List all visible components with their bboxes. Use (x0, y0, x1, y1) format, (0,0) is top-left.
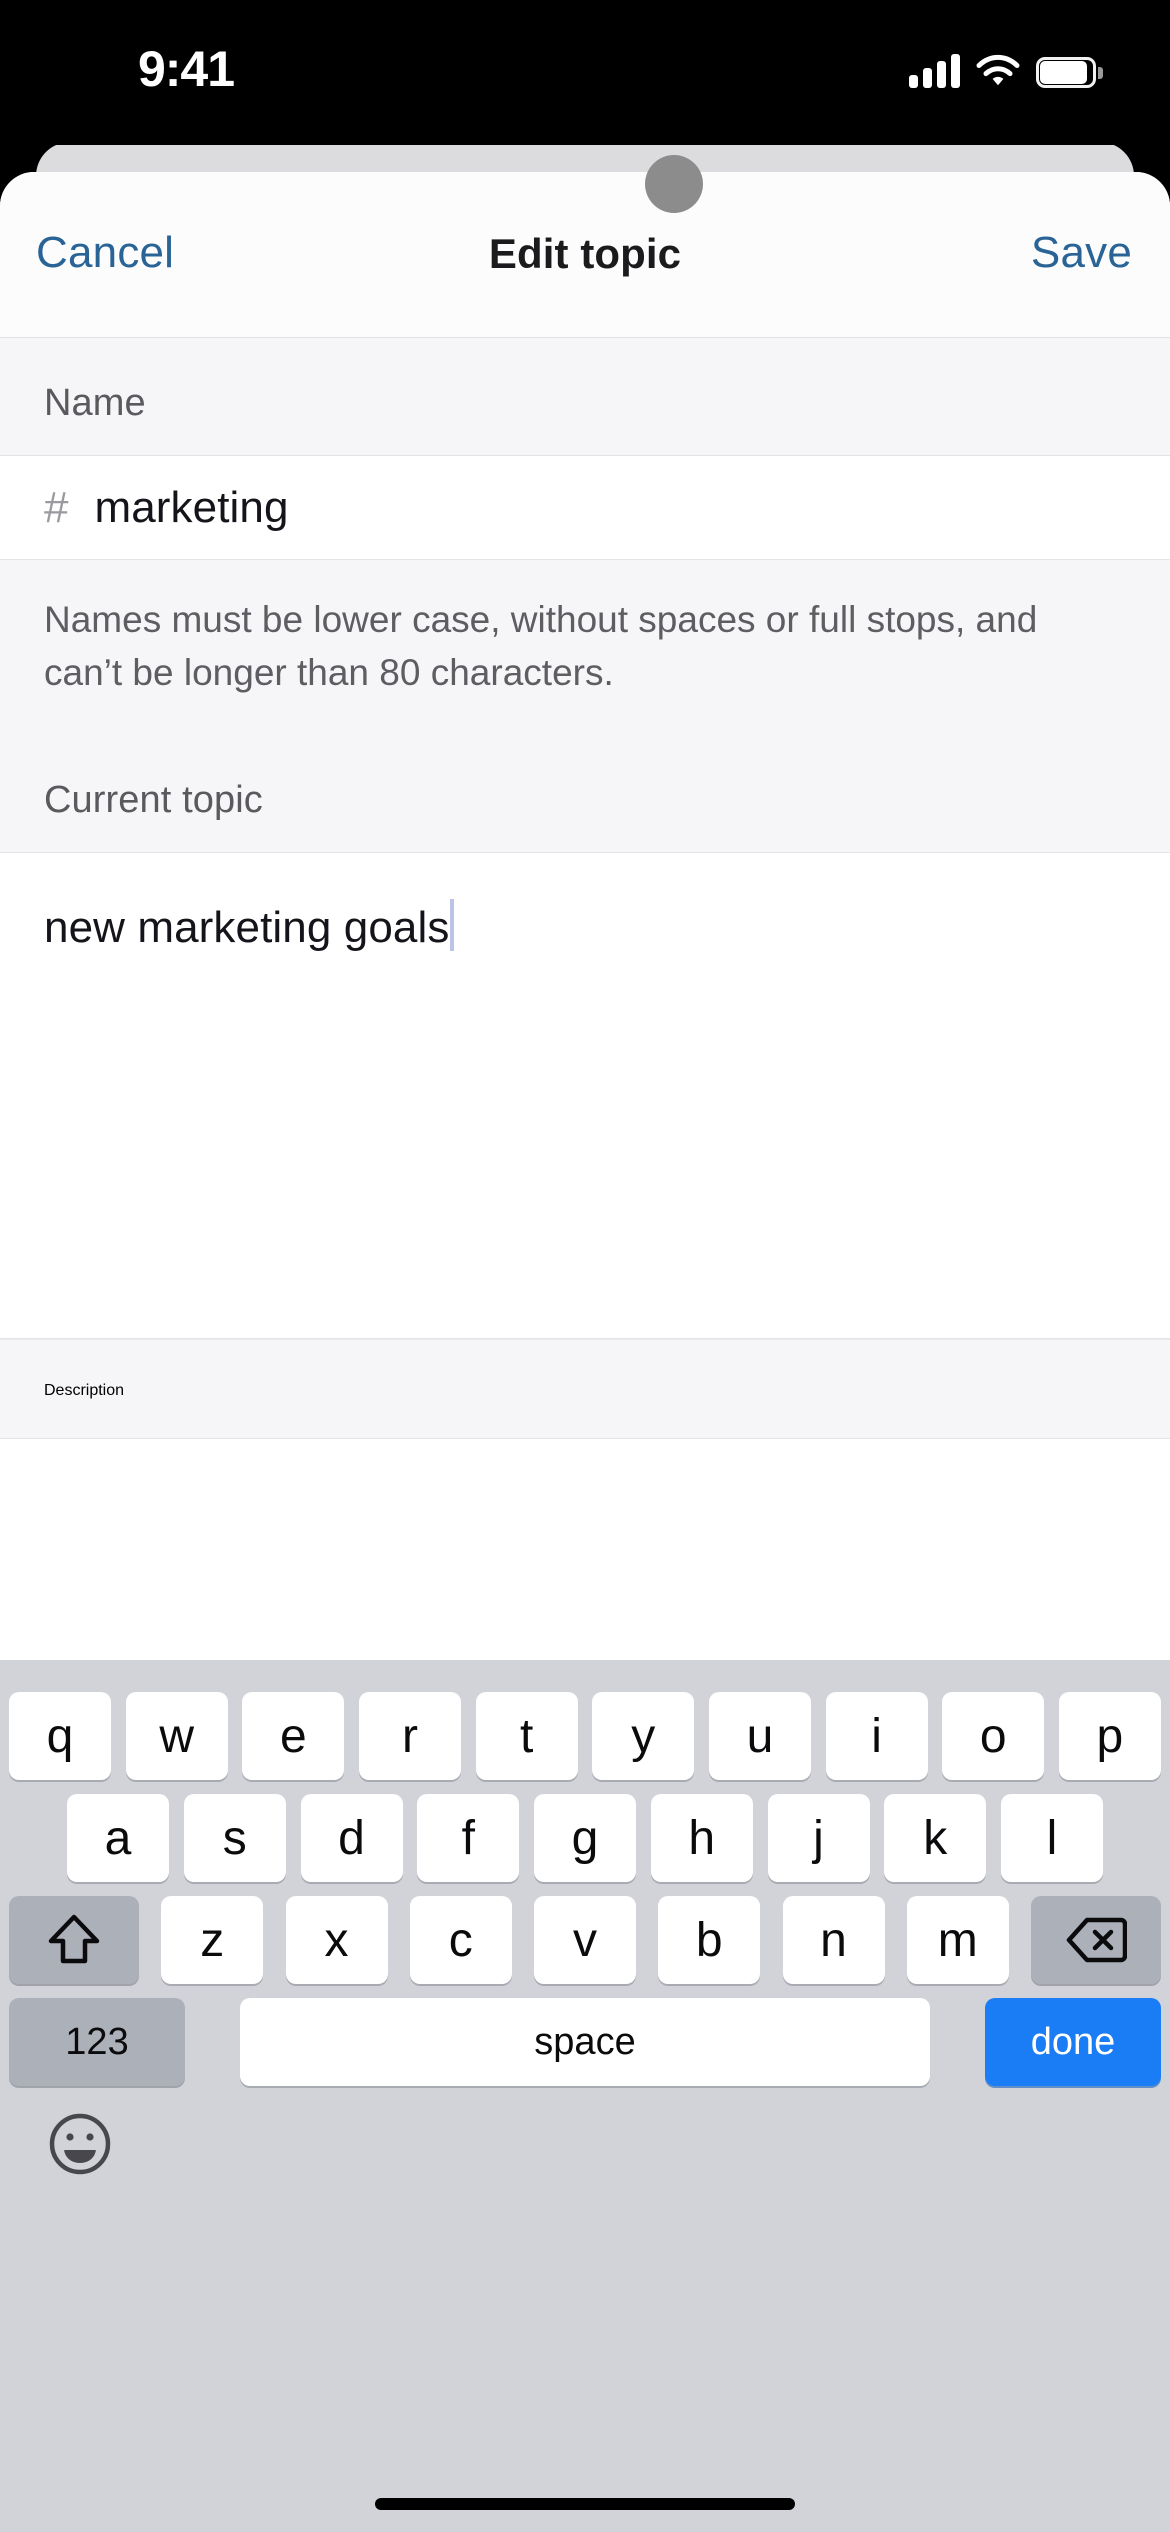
name-helper-text: Names must be lower case, without spaces… (44, 599, 1038, 693)
key-f[interactable]: f (417, 1794, 520, 1882)
key-y[interactable]: y (592, 1692, 695, 1780)
numeric-mode-key[interactable]: 123 (9, 1998, 185, 2086)
backspace-delete-icon[interactable] (1031, 1896, 1161, 1984)
description-section-header: Description (0, 1339, 1170, 1440)
status-bar-indicators (909, 46, 1103, 88)
key-l[interactable]: l (1001, 1794, 1103, 1882)
key-r[interactable]: r (358, 1692, 461, 1780)
key-m[interactable]: m (906, 1896, 1009, 1984)
cellular-bars-icon (909, 54, 960, 88)
battery-icon (1036, 57, 1103, 88)
key-z[interactable]: z (161, 1896, 264, 1984)
key-h[interactable]: h (650, 1794, 753, 1882)
hash-icon: # (44, 482, 69, 532)
form-body: Name # marketing Names must be lower cas… (0, 338, 1170, 1474)
key-x[interactable]: x (285, 1896, 388, 1984)
keyboard-row-2: a s d f g h j k l (0, 1786, 1170, 1890)
page-title: Edit topic (488, 230, 682, 277)
key-p[interactable]: p (1058, 1692, 1161, 1780)
emoji-smiley-icon[interactable] (48, 2112, 112, 2176)
key-w[interactable]: w (125, 1692, 228, 1780)
status-bar: 9:41 (0, 0, 1170, 145)
key-v[interactable]: v (534, 1896, 636, 1984)
key-c[interactable]: c (409, 1896, 512, 1984)
key-i[interactable]: i (825, 1692, 928, 1780)
keyboard-row-3: z x c v b n m (0, 1888, 1170, 1992)
name-section-header: Name (0, 338, 1170, 456)
done-key[interactable]: done (985, 1998, 1161, 2086)
topic-section-label: Current topic (44, 779, 263, 822)
iphone-screen: 9:41 Cancel Edit topic Save Name # marke… (0, 0, 1170, 2532)
topic-input-value[interactable]: new marketing goals (44, 903, 449, 953)
on-screen-keyboard: q w e r t y u i o p a s d f g h j k l z … (0, 1660, 1170, 2532)
touch-cursor-indicator (645, 155, 703, 213)
key-q[interactable]: q (9, 1692, 111, 1780)
key-j[interactable]: j (767, 1794, 870, 1882)
key-a[interactable]: a (67, 1794, 169, 1882)
text-caret (450, 899, 455, 952)
key-o[interactable]: o (942, 1692, 1045, 1780)
name-helper-block: Names must be lower case, without spaces… (0, 560, 1170, 736)
key-u[interactable]: u (708, 1692, 811, 1780)
key-b[interactable]: b (658, 1896, 761, 1984)
wifi-icon (976, 54, 1020, 88)
key-t[interactable]: t (475, 1692, 578, 1780)
key-d[interactable]: d (300, 1794, 403, 1882)
key-n[interactable]: n (782, 1896, 885, 1984)
space-key[interactable]: space (240, 1998, 930, 2086)
name-section-label: Name (44, 382, 146, 424)
key-g[interactable]: g (534, 1794, 636, 1882)
key-e[interactable]: e (242, 1692, 345, 1780)
topic-textarea[interactable]: new marketing goals (0, 853, 1170, 1340)
description-section-label: Description (44, 1382, 125, 1400)
key-s[interactable]: s (183, 1794, 286, 1882)
keyboard-row-1: q w e r t y u i o p (0, 1684, 1170, 1788)
name-input-value[interactable]: marketing (94, 483, 288, 533)
key-k[interactable]: k (884, 1794, 987, 1882)
save-button[interactable]: Save (1031, 228, 1132, 278)
keyboard-row-4: 123 space done (0, 1990, 1170, 2094)
topic-section-header: Current topic (0, 735, 1170, 854)
home-indicator-bar (375, 2498, 795, 2510)
navigation-bar: Cancel Edit topic Save (0, 172, 1170, 338)
shift-arrow-icon[interactable] (9, 1896, 139, 1984)
status-bar-time: 9:41 (137, 41, 235, 97)
name-field-row[interactable]: # marketing (0, 456, 1170, 560)
description-field-row[interactable] (0, 1439, 1170, 1474)
